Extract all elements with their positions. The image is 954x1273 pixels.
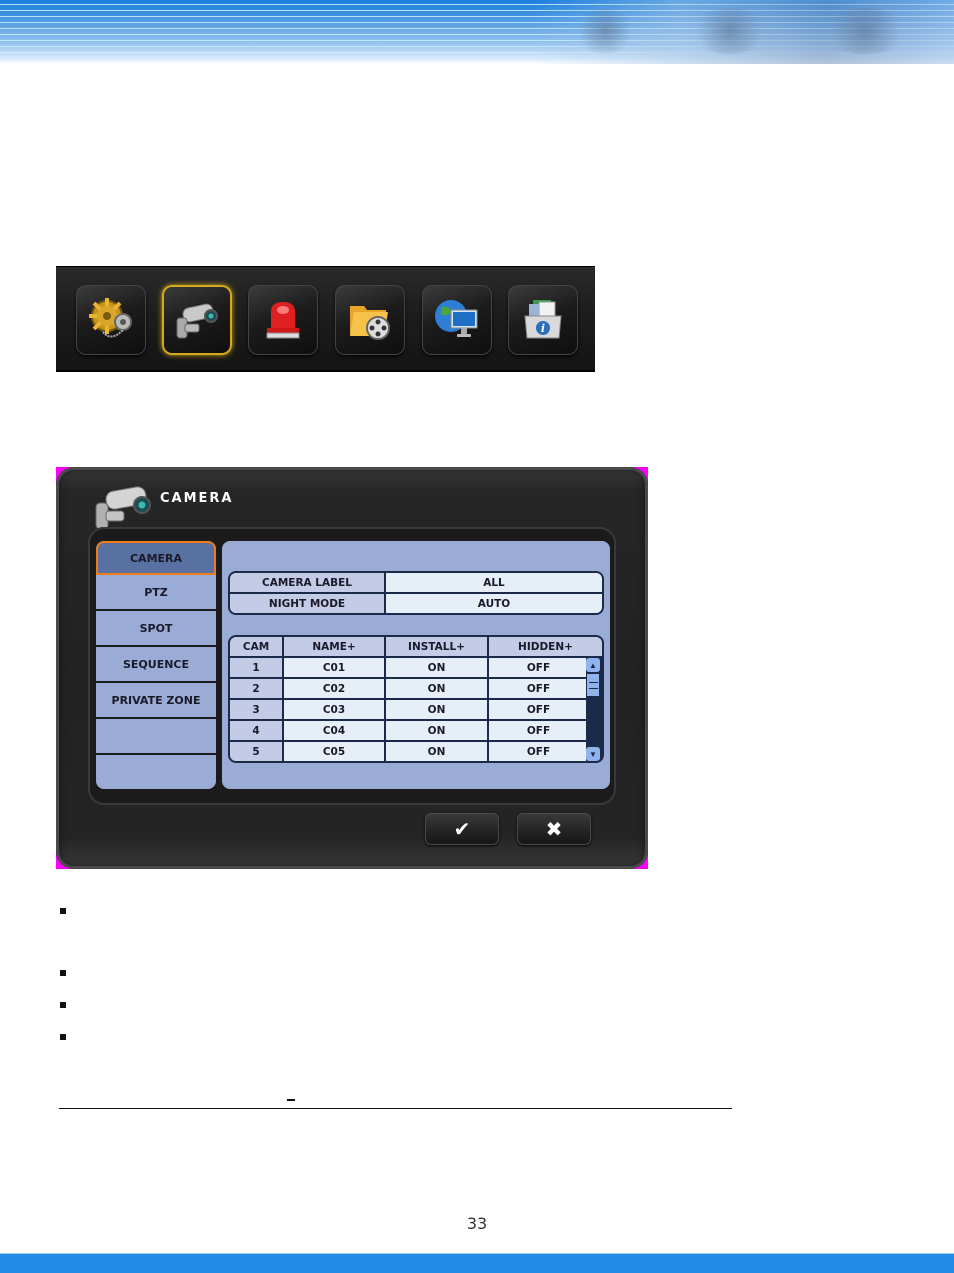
- table-row: 5 C05 ON OFF: [230, 742, 602, 761]
- banner-decoration: [690, 8, 770, 54]
- cam-name-cell[interactable]: C05: [284, 742, 386, 761]
- scroll-up-icon[interactable]: ▲: [586, 658, 600, 672]
- bullet-marker: [60, 1034, 66, 1040]
- camera-settings-panel: CAMERA LABEL ALL NIGHT MODE AUTO CAM NAM…: [222, 541, 610, 789]
- table-scrollbar[interactable]: ▲ ▼: [586, 658, 600, 761]
- dash-mark: [287, 1099, 295, 1101]
- cam-hidden-cell[interactable]: OFF: [489, 658, 590, 677]
- gear-icon: [89, 298, 132, 338]
- setting-row-night-mode: NIGHT MODE AUTO: [230, 592, 602, 613]
- alarm-siren-icon: [266, 302, 300, 339]
- cam-name-cell[interactable]: C03: [284, 700, 386, 719]
- scroll-thumb[interactable]: [587, 674, 599, 696]
- cam-name-cell[interactable]: C02: [284, 679, 386, 698]
- column-header-install[interactable]: INSTALL+: [386, 637, 489, 656]
- cam-number: 2: [230, 679, 284, 698]
- camera-dialog: CAMERA CAMERA PTZ SPOT SEQUENCE PRIVATE …: [56, 467, 648, 869]
- column-header-hidden[interactable]: HIDDEN+: [489, 637, 602, 656]
- banner-decoration: [575, 8, 635, 54]
- cam-install-cell[interactable]: ON: [386, 700, 489, 719]
- menu-button-camera[interactable]: [162, 285, 232, 355]
- main-menu-bar: i: [56, 266, 595, 372]
- info-box-icon: i: [524, 300, 562, 339]
- scroll-down-icon[interactable]: ▼: [586, 747, 600, 761]
- table-row: 4 C04 ON OFF: [230, 721, 602, 742]
- column-header-cam: CAM: [230, 637, 284, 656]
- cam-number: 5: [230, 742, 284, 761]
- night-mode-select[interactable]: AUTO: [386, 594, 602, 613]
- camera-global-settings: CAMERA LABEL ALL NIGHT MODE AUTO: [228, 571, 604, 615]
- menu-button-setup[interactable]: [76, 285, 146, 355]
- folder-film-icon: [350, 306, 390, 340]
- confirm-button[interactable]: ✔: [425, 813, 499, 845]
- setting-row-camera-label: CAMERA LABEL ALL: [230, 573, 602, 592]
- camera-table: CAM NAME+ INSTALL+ HIDDEN+ 1 C01 ON OFF …: [228, 635, 604, 763]
- submenu-item-spot[interactable]: SPOT: [96, 611, 216, 647]
- cam-name-cell[interactable]: C01: [284, 658, 386, 677]
- submenu-item-private-zone[interactable]: PRIVATE ZONE: [96, 683, 216, 719]
- camera-label-select[interactable]: ALL: [386, 573, 602, 592]
- table-row: 2 C02 ON OFF: [230, 679, 602, 700]
- footer-band: [0, 1253, 954, 1273]
- menu-button-search[interactable]: [335, 285, 405, 355]
- cam-number: 3: [230, 700, 284, 719]
- table-row: 1 C01 ON OFF: [230, 658, 602, 679]
- bullet-marker: [60, 1002, 66, 1008]
- dialog-body: CAMERA PTZ SPOT SEQUENCE PRIVATE ZONE CA…: [88, 527, 616, 805]
- submenu-item-camera[interactable]: CAMERA: [96, 541, 216, 575]
- page-number: 33: [466, 1214, 488, 1233]
- column-header-name[interactable]: NAME+: [284, 637, 386, 656]
- dialog-title: CAMERA: [160, 491, 234, 506]
- close-icon: ✖: [545, 817, 563, 841]
- cancel-button[interactable]: ✖: [517, 813, 591, 845]
- menu-button-info[interactable]: i: [508, 285, 578, 355]
- camera-dialog-screenshot: CAMERA CAMERA PTZ SPOT SEQUENCE PRIVATE …: [56, 467, 648, 869]
- menu-button-network[interactable]: [422, 285, 492, 355]
- submenu-item-sequence[interactable]: SEQUENCE: [96, 647, 216, 683]
- setting-label: NIGHT MODE: [230, 594, 386, 613]
- cam-hidden-cell[interactable]: OFF: [489, 742, 590, 761]
- cam-install-cell[interactable]: ON: [386, 742, 489, 761]
- globe-monitor-icon: [435, 300, 478, 337]
- cam-install-cell[interactable]: ON: [386, 658, 489, 677]
- checkmark-icon: ✔: [453, 817, 471, 841]
- submenu-item-ptz[interactable]: PTZ: [96, 575, 216, 611]
- cam-hidden-cell[interactable]: OFF: [489, 721, 590, 740]
- camera-submenu: CAMERA PTZ SPOT SEQUENCE PRIVATE ZONE: [96, 541, 216, 789]
- submenu-item-empty: [96, 719, 216, 755]
- setting-label: CAMERA LABEL: [230, 573, 386, 592]
- cam-number: 1: [230, 658, 284, 677]
- camera-icon: [95, 486, 151, 530]
- cam-number: 4: [230, 721, 284, 740]
- header-banner: [0, 0, 954, 64]
- cam-name-cell[interactable]: C04: [284, 721, 386, 740]
- table-header: CAM NAME+ INSTALL+ HIDDEN+: [230, 637, 602, 658]
- banner-decoration: [820, 8, 910, 54]
- cam-install-cell[interactable]: ON: [386, 721, 489, 740]
- svg-text:i: i: [541, 322, 545, 335]
- horizontal-rule: [59, 1108, 732, 1109]
- cam-install-cell[interactable]: ON: [386, 679, 489, 698]
- bullet-marker: [60, 908, 66, 914]
- cam-hidden-cell[interactable]: OFF: [489, 679, 590, 698]
- table-row: 3 C03 ON OFF: [230, 700, 602, 721]
- cam-hidden-cell[interactable]: OFF: [489, 700, 590, 719]
- bullet-marker: [60, 970, 66, 976]
- camera-icon: [176, 303, 218, 339]
- menu-button-event[interactable]: [248, 285, 318, 355]
